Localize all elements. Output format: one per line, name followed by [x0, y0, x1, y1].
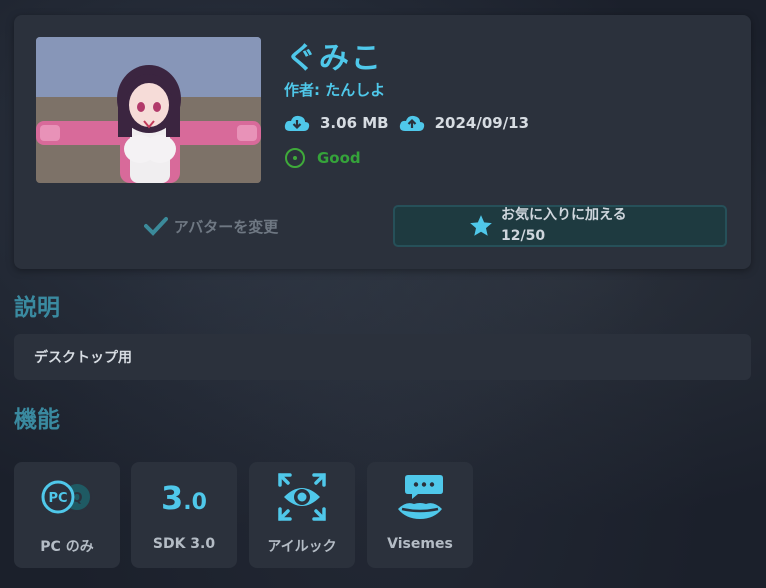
svg-text:3.0: 3.0 — [161, 479, 207, 517]
change-avatar-label: アバターを変更 — [173, 217, 279, 236]
description-heading: 説明 — [14, 295, 60, 321]
author-label[interactable]: 作者: たんしよ — [284, 79, 385, 100]
feature-sdk: 3.0 SDK 3.0 — [131, 462, 237, 568]
cloud-download-icon — [284, 115, 310, 131]
feature-label: アイルック — [267, 539, 337, 555]
star-icon — [470, 215, 492, 236]
add-favorite-button[interactable]: お気に入りに加える 12/50 — [393, 205, 727, 247]
upload-date: 2024/09/13 — [434, 114, 530, 132]
feature-label: SDK 3.0 — [152, 536, 216, 552]
avatar-name: ぐみこ — [286, 41, 383, 76]
feature-label: Visemes — [387, 536, 453, 552]
favorite-count: 12/50 — [501, 228, 546, 244]
change-avatar-button[interactable]: アバターを変更 — [36, 205, 386, 247]
feature-label: PC のみ — [40, 539, 94, 555]
performance-label: Good — [317, 149, 361, 167]
favorite-label: お気に入りに加える — [501, 207, 627, 223]
file-size: 3.06 MB — [320, 114, 389, 132]
feature-eye-look: アイルック — [249, 462, 355, 568]
feature-visemes: Visemes — [367, 462, 473, 568]
description-text: デスクトップ用 — [34, 350, 132, 366]
avatar-card: ぐみこ 作者: たんしよ 3.06 MB 2024/09/13 Good アバタ… — [14, 15, 751, 269]
cloud-upload-icon — [399, 115, 424, 131]
performance-icon — [285, 148, 305, 168]
features-heading: 機能 — [14, 407, 60, 433]
sdk-version-icon: 3.0 — [161, 479, 207, 517]
pc-quest-icon: Q PC — [41, 480, 92, 514]
eye-look-icon — [278, 473, 326, 521]
performance-rank: Good — [285, 148, 361, 168]
feature-pc-only: Q PC PC のみ — [14, 462, 120, 568]
meta-row: 3.06 MB 2024/09/13 — [284, 111, 529, 135]
description-box: デスクトップ用 — [14, 334, 751, 380]
visemes-icon — [398, 475, 443, 519]
check-icon — [143, 217, 168, 236]
avatar-thumbnail[interactable] — [36, 37, 261, 183]
svg-text:PC: PC — [48, 491, 67, 506]
